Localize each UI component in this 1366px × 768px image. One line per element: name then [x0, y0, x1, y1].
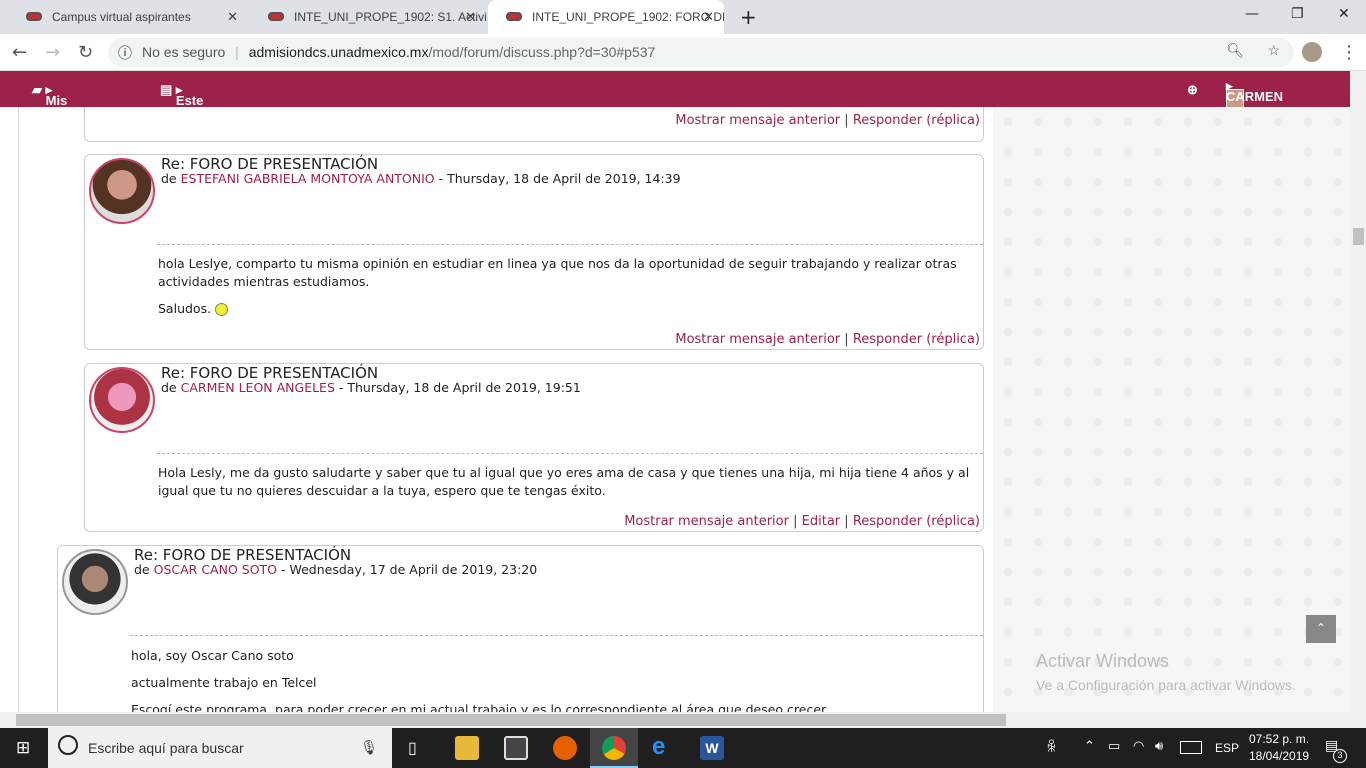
volume-icon[interactable]: 🔊︎	[1155, 738, 1163, 754]
tab-title: Campus virtual aspirantes	[52, 10, 191, 24]
url-host: admisiondcs.unadmexico.mx	[248, 44, 429, 60]
back-to-top-button[interactable]: ⌃	[1306, 615, 1336, 643]
profile-avatar[interactable]	[1302, 42, 1322, 62]
taskbar-search[interactable]: Escribe aquí para buscar 🎙︎	[48, 728, 392, 768]
post-author-link[interactable]: OSCAR CANO SOTO	[154, 562, 277, 577]
user-menu[interactable]: CARMEN ▸	[1226, 78, 1283, 109]
forum-post: Re: FORO DE PRESENTACIÓN de CARMEN LEON …	[84, 363, 984, 532]
firefox-icon[interactable]	[553, 736, 577, 760]
show-previous-link[interactable]: Mostrar mensaje anterior	[675, 332, 840, 347]
post-date: - Wednesday, 17 de April de 2019, 23:20	[277, 562, 538, 577]
clock-date[interactable]: 18/04/2019	[1249, 749, 1309, 763]
favicon-icon	[506, 12, 522, 21]
reply-link[interactable]: Responder (réplica)	[853, 113, 980, 128]
favicon-icon	[268, 12, 284, 21]
close-tab-icon[interactable]: ✕	[227, 9, 238, 25]
favicon-icon	[26, 12, 42, 21]
url-input[interactable]: ⓘ No es seguro | admisiondcs.unadmexico.…	[108, 38, 1294, 67]
post-message: hola Leslye, comparto tu misma opinión e…	[158, 256, 957, 289]
post-date: - Thursday, 18 de April de 2019, 19:51	[334, 380, 581, 395]
my-courses-menu[interactable]: ▰ Mis Cursos ▸	[32, 82, 90, 123]
people-icon[interactable]: ꆜ	[1046, 738, 1057, 756]
wifi-icon[interactable]: ◠	[1133, 738, 1144, 754]
post-message: Hola Lesly, me da gusto saludarte y sabe…	[158, 465, 970, 498]
keyboard-icon[interactable]	[1180, 741, 1202, 754]
post-message: hola, soy Oscar Cano soto	[131, 648, 294, 663]
avatar[interactable]	[89, 367, 155, 433]
forward-icon[interactable]: →	[45, 42, 60, 63]
task-view-icon[interactable]: ▯	[408, 738, 417, 758]
new-tab-button[interactable]: +	[740, 5, 757, 29]
activation-watermark-title: Activar Windows	[1036, 651, 1170, 671]
windows-start-icon[interactable]: ⊞	[16, 738, 30, 758]
notification-icon[interactable]: ⊕	[1187, 82, 1198, 98]
forum-post: Re: FORO DE PRESENTACIÓN de OSCAR CANO S…	[57, 545, 984, 712]
minimize-button[interactable]: —	[1245, 6, 1259, 22]
tab-title: INTE_UNI_PROPE_1902: S1. Activi	[294, 10, 486, 24]
store-icon[interactable]	[504, 736, 528, 760]
show-previous-link[interactable]: Mostrar mensaje anterior	[675, 113, 840, 128]
tab-campus[interactable]: Campus virtual aspirantes ✕	[8, 0, 248, 34]
reply-link[interactable]: Responder (réplica)	[853, 332, 980, 347]
notification-count: 3	[1333, 749, 1347, 763]
reload-icon[interactable]: ↻	[78, 42, 93, 63]
reply-link[interactable]: Responder (réplica)	[853, 514, 980, 529]
post-message: Escogí este programa, para poder crecer …	[131, 702, 830, 712]
chrome-icon[interactable]	[602, 736, 626, 760]
user-name: CARMEN	[1226, 89, 1284, 104]
smiley-icon	[215, 303, 229, 316]
maximize-button[interactable]: ❐	[1291, 6, 1304, 22]
show-hidden-icons[interactable]: ⌃	[1084, 738, 1095, 754]
battery-icon[interactable]: ▭	[1108, 738, 1120, 754]
url-path: /mod/forum/discuss.php?d=30#p537	[428, 44, 656, 60]
taskbar: ⊞ Escribe aquí para buscar 🎙︎ ▯ e W ꆜ ⌃ …	[0, 728, 1366, 768]
tab-strip: Campus virtual aspirantes ✕ INTE_UNI_PROP…	[0, 0, 1366, 34]
back-icon[interactable]: ←	[12, 42, 27, 63]
side-panel	[993, 107, 1350, 712]
info-icon[interactable]: ⓘ	[118, 43, 132, 63]
cortana-icon	[58, 735, 78, 755]
language-indicator[interactable]: ESP	[1215, 741, 1239, 755]
edit-link[interactable]: Editar	[802, 514, 841, 529]
close-window-button[interactable]: ✕	[1338, 6, 1350, 22]
post-message: actualmente trabajo en Telcel	[131, 675, 317, 690]
site-navbar: ▰ Mis Cursos ▸ ▤ Este curso ▸ ⊕ CARMEN ▸	[0, 71, 1350, 123]
word-icon[interactable]: W	[700, 736, 724, 760]
microphone-icon[interactable]: 🎙︎	[360, 739, 378, 756]
avatar[interactable]	[89, 158, 155, 224]
post-author-link[interactable]: CARMEN LEON ANGELES	[181, 380, 335, 395]
security-label: No es seguro	[142, 44, 226, 60]
forum-post: Re: FORO DE PRESENTACIÓN de ESTEFANI GAB…	[84, 154, 984, 350]
tab-title: INTE_UNI_PROPE_1902: FORO DE	[532, 10, 724, 24]
scrollbar-thumb[interactable]	[1353, 228, 1364, 245]
page-content: Mostrar mensaje anterior | Responder (ré…	[0, 107, 1350, 712]
search-placeholder: Escribe aquí para buscar	[88, 740, 244, 756]
tab-activity[interactable]: INTE_UNI_PROPE_1902: S1. Activi ✕	[250, 0, 486, 34]
bookmark-star-icon[interactable]: ☆	[1267, 42, 1280, 59]
file-explorer-icon[interactable]	[455, 736, 479, 760]
horizontal-scrollbar[interactable]	[0, 712, 1350, 728]
menu-icon[interactable]: ⋮	[1340, 42, 1358, 63]
clock-time[interactable]: 07:52 p. m.	[1249, 732, 1309, 746]
this-course-menu[interactable]: ▤ Este curso ▸	[160, 82, 211, 123]
show-previous-link[interactable]: Mostrar mensaje anterior	[624, 514, 789, 529]
vertical-scrollbar[interactable]	[1350, 71, 1366, 728]
edge-icon[interactable]: e	[652, 733, 676, 760]
post-date: - Thursday, 18 de April de 2019, 14:39	[434, 171, 681, 186]
scrollbar-thumb[interactable]	[16, 714, 1006, 726]
post-message: Saludos.	[158, 301, 212, 316]
close-tab-icon[interactable]: ✕	[703, 9, 714, 25]
forum-post-previous: Mostrar mensaje anterior | Responder (ré…	[84, 107, 984, 142]
address-bar-row: ← → ↻ ⓘ No es seguro | admisiondcs.unadm…	[0, 34, 1366, 71]
avatar[interactable]	[62, 549, 128, 615]
activation-watermark-text: Ve a Configuración para activar Windows.	[1036, 677, 1296, 693]
tab-forum[interactable]: INTE_UNI_PROPE_1902: FORO DE ✕	[488, 0, 724, 34]
zoom-icon[interactable]: 🔍︎	[1226, 42, 1244, 59]
close-tab-icon[interactable]: ✕	[465, 9, 476, 25]
post-author-link[interactable]: ESTEFANI GABRIELA MONTOYA ANTONIO	[181, 171, 435, 186]
